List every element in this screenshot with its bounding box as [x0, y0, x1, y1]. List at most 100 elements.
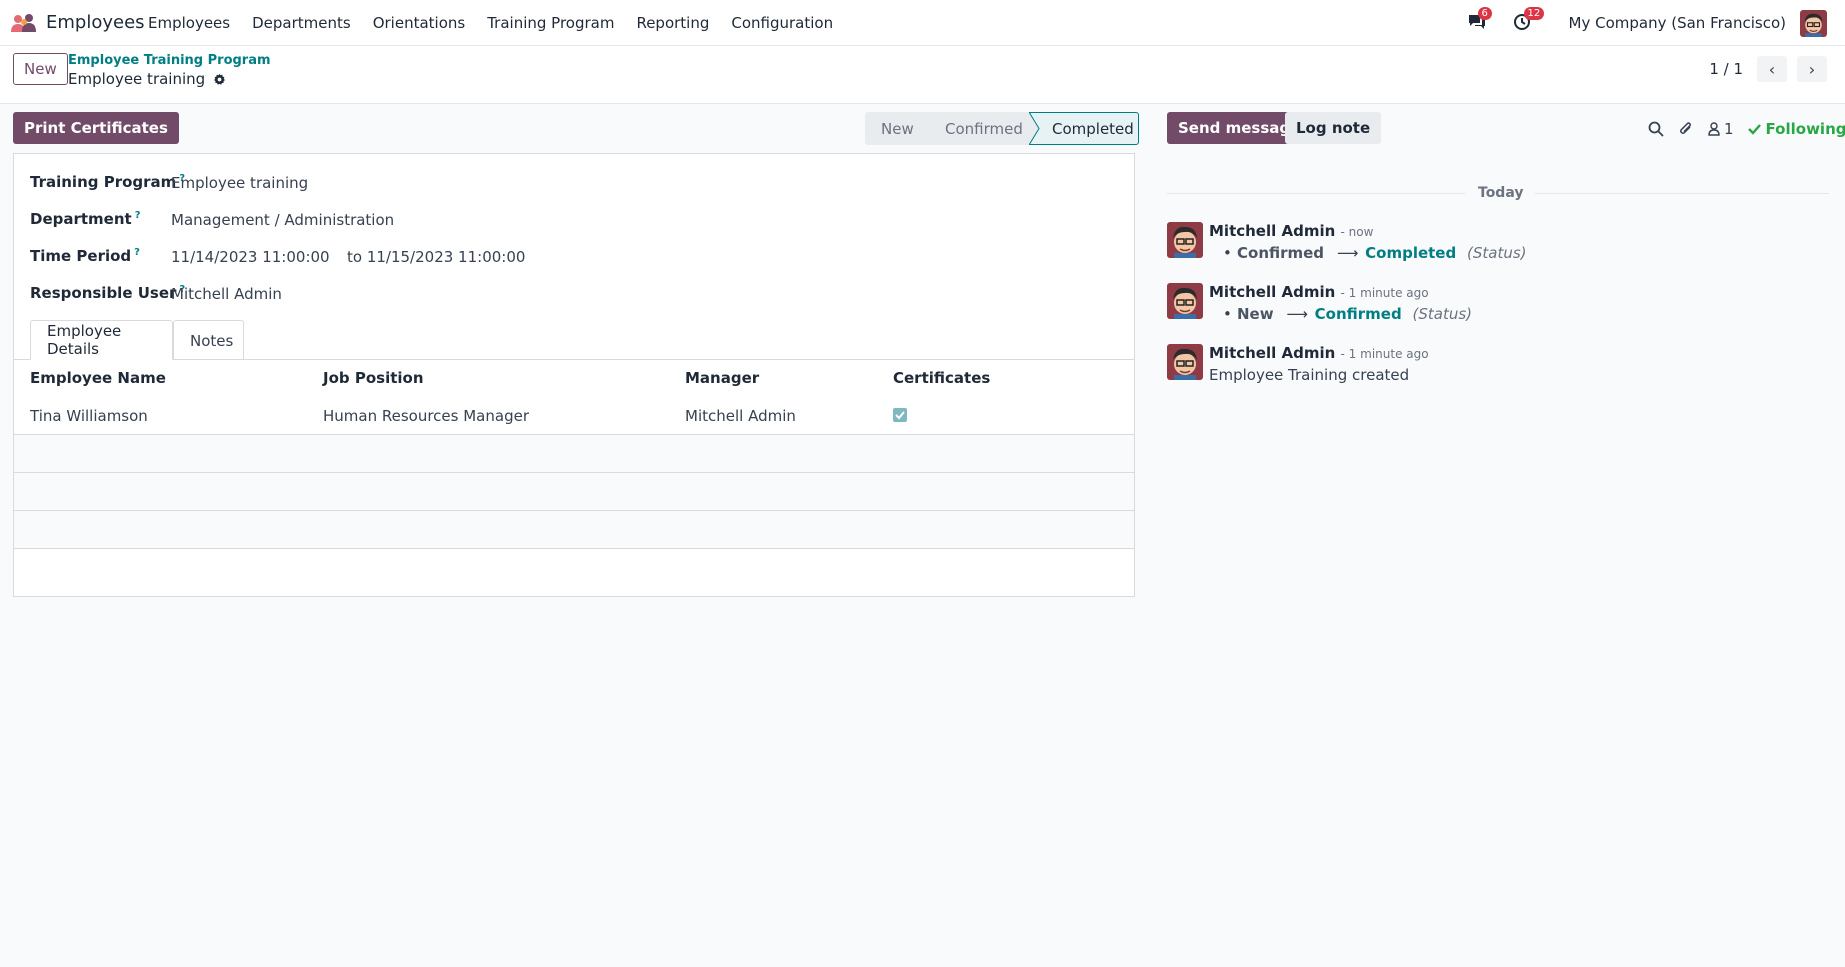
message-author-name: Mitchell Admin — [1209, 283, 1336, 301]
tab-employee-details-label: Employee Details — [47, 322, 122, 358]
stage-completed-label: Completed — [1052, 119, 1134, 138]
followers-count[interactable]: 1 — [1724, 120, 1734, 138]
chevron-left-icon: ‹ — [1768, 59, 1776, 79]
search-icon[interactable] — [1648, 121, 1664, 137]
user-avatar-icon — [1167, 344, 1203, 380]
message-date: - 1 minute ago — [1340, 286, 1429, 300]
activities-button[interactable]: 12 — [1513, 7, 1545, 33]
log-note-button[interactable]: Log note — [1285, 112, 1382, 144]
chatter-tools: 1 Following — [1648, 120, 1845, 138]
breadcrumb-current: Employee training — [68, 70, 226, 88]
message-author[interactable]: Mitchell Admin - 1 minute ago — [1209, 344, 1429, 362]
help-tooltip-icon[interactable]: ? — [135, 210, 141, 221]
new-value: Completed — [1365, 244, 1457, 262]
table-empty-row — [14, 473, 1134, 510]
tracked-field-name: (Status) — [1467, 244, 1527, 262]
stage-new[interactable]: New — [865, 112, 923, 145]
arrow-right-icon: ⟶ — [1286, 305, 1308, 323]
stage-confirmed[interactable]: Confirmed — [923, 112, 1029, 145]
time-period-label-text: Time Period — [30, 247, 132, 265]
time-start-field[interactable]: 11/14/2023 11:00:00 — [171, 248, 330, 266]
training-program-label: Training Program? — [30, 173, 185, 191]
cell-job-position[interactable]: Human Resources Manager — [323, 407, 529, 425]
author-avatar[interactable] — [1167, 222, 1203, 258]
cell-certificate-checkbox[interactable] — [893, 408, 907, 422]
breadcrumb-current-label: Employee training — [68, 70, 206, 88]
chevron-right-icon: › — [1808, 59, 1816, 79]
messages-badge: 6 — [1477, 7, 1492, 20]
old-value: Confirmed — [1237, 244, 1325, 262]
menu-employees[interactable]: Employees — [148, 14, 230, 32]
author-avatar[interactable] — [1167, 283, 1203, 319]
pager-previous-button[interactable]: ‹ — [1757, 56, 1787, 82]
tab-employee-details[interactable]: Employee Details — [30, 320, 173, 360]
time-period-label: Time Period? — [30, 247, 140, 265]
following-button[interactable]: Following — [1766, 120, 1845, 138]
column-manager[interactable]: Manager — [685, 369, 759, 387]
bullet: • — [1223, 244, 1232, 262]
status-bar: New Confirmed Completed — [865, 112, 1139, 145]
user-avatar-icon — [1167, 283, 1203, 319]
check-icon — [1747, 124, 1761, 135]
navbar-systray: 6 12 My Company (San Francisco) — [1467, 7, 1827, 38]
message-date: - now — [1340, 225, 1374, 239]
tab-notes-label: Notes — [190, 331, 234, 350]
menu-training-program[interactable]: Training Program — [487, 14, 614, 32]
user-avatar[interactable] — [1800, 9, 1827, 37]
company-switcher[interactable]: My Company (San Francisco) — [1569, 14, 1786, 32]
separator-line — [1167, 193, 1465, 194]
author-avatar[interactable] — [1167, 344, 1203, 380]
print-certificates-button[interactable]: Print Certificates — [13, 112, 179, 144]
cell-manager[interactable]: Mitchell Admin — [685, 407, 796, 425]
table-row-divider — [14, 548, 1134, 549]
stage-confirmed-label: Confirmed — [945, 119, 1023, 138]
control-panel: New Employee Training Program Employee t… — [0, 46, 1845, 104]
pager-next-button[interactable]: › — [1797, 56, 1827, 82]
column-certificates[interactable]: Certificates — [893, 369, 990, 387]
menu-orientations[interactable]: Orientations — [373, 14, 466, 32]
record-pager: 1 / 1 ‹ › — [1709, 56, 1827, 82]
responsible-user-label: Responsible User? — [30, 284, 185, 302]
cell-employee-name[interactable]: Tina Williamson — [30, 407, 148, 425]
tracking-value-line: • Confirmed ⟶ Completed (Status) — [1223, 244, 1527, 262]
message-author[interactable]: Mitchell Admin - now — [1209, 222, 1373, 240]
menu-configuration[interactable]: Configuration — [731, 14, 833, 32]
new-record-button[interactable]: New — [13, 53, 68, 85]
message-author-name: Mitchell Admin — [1209, 222, 1336, 240]
top-navbar: Employees Employees Departments Orientat… — [0, 0, 1845, 46]
training-program-label-text: Training Program — [30, 173, 177, 191]
tracking-value-line: • New ⟶ Confirmed (Status) — [1223, 305, 1473, 323]
tracked-field-name: (Status) — [1412, 305, 1473, 323]
training-program-field[interactable]: Employee training — [171, 174, 308, 192]
message-body: Employee Training created — [1209, 366, 1410, 384]
table-empty-row — [14, 435, 1134, 472]
activities-badge: 12 — [1523, 7, 1545, 20]
menu-reporting[interactable]: Reporting — [636, 14, 709, 32]
message-author[interactable]: Mitchell Admin - 1 minute ago — [1209, 283, 1429, 301]
app-name: Employees — [46, 12, 145, 33]
date-separator: Today — [1478, 185, 1524, 201]
column-job-position[interactable]: Job Position — [323, 369, 424, 387]
user-icon[interactable] — [1708, 122, 1720, 136]
pager-value[interactable]: 1 / 1 — [1709, 60, 1743, 78]
app-brand[interactable]: Employees — [10, 12, 145, 33]
department-field[interactable]: Management / Administration — [171, 211, 394, 229]
form-sheet: Training Program? Employee training Depa… — [13, 153, 1135, 597]
new-value: Confirmed — [1314, 305, 1402, 323]
column-employee-name[interactable]: Employee Name — [30, 369, 166, 387]
breadcrumb-parent[interactable]: Employee Training Program — [68, 53, 271, 68]
messages-button[interactable]: 6 — [1467, 7, 1492, 33]
paperclip-icon[interactable] — [1678, 121, 1694, 137]
bullet: • — [1223, 305, 1232, 323]
responsible-user-label-text: Responsible User — [30, 284, 177, 302]
stage-completed[interactable]: Completed — [1029, 112, 1139, 145]
gear-icon[interactable] — [213, 73, 226, 86]
table-empty-row — [14, 511, 1134, 548]
employees-app-icon — [11, 13, 36, 32]
user-avatar-icon — [1167, 222, 1203, 258]
tab-notes[interactable]: Notes — [173, 320, 244, 360]
help-tooltip-icon[interactable]: ? — [134, 247, 140, 258]
responsible-user-field[interactable]: Mitchell Admin — [171, 285, 282, 303]
time-end-field[interactable]: to 11/15/2023 11:00:00 — [347, 248, 525, 266]
menu-departments[interactable]: Departments — [252, 14, 351, 32]
